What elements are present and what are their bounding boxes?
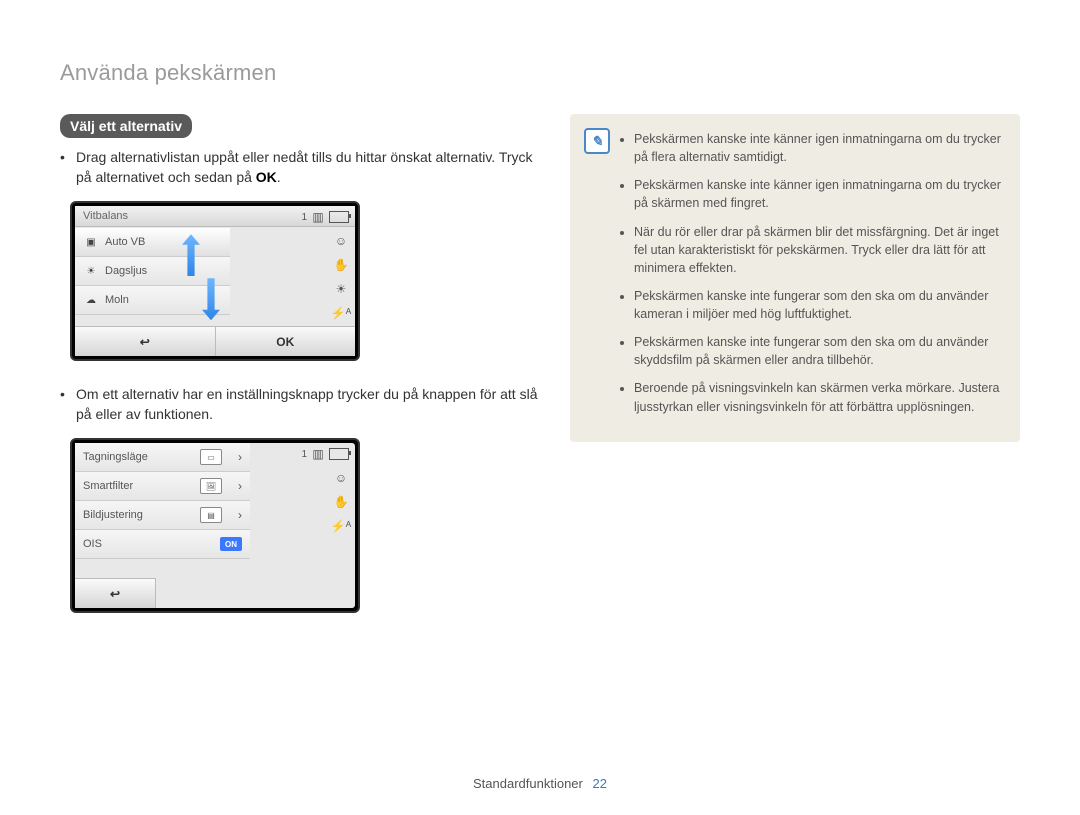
flash-auto-icon: ⚡ᴬ	[333, 519, 349, 533]
right-column: ✎ Pekskärmen kanske inte känner igen inm…	[570, 114, 1020, 637]
toggle-instruction: • Om ett alternativ har en inställningsk…	[60, 385, 540, 424]
page-footer: Standardfunktioner 22	[0, 776, 1080, 791]
camera-screen-settings: Tagningsläge ▭ › Smartfilter 🖼 › Bildjus…	[70, 438, 360, 613]
ois-toggle-on[interactable]: ON	[220, 537, 242, 551]
drag-instruction-text: Drag alternativlistan uppåt eller nedåt …	[76, 149, 533, 185]
ois-icon: ✋	[333, 495, 349, 509]
chevron-right-icon: ›	[238, 508, 242, 522]
note-icon: ✎	[584, 128, 610, 154]
cam2-list[interactable]: Tagningsläge ▭ › Smartfilter 🖼 › Bildjus…	[75, 443, 250, 576]
bullet-icon: •	[60, 148, 70, 187]
cam2-item-label: OIS	[83, 538, 102, 550]
cam1-item-label: Moln	[105, 294, 129, 306]
drag-instruction: • Drag alternativlistan uppåt eller nedå…	[60, 148, 540, 187]
cam2-item-bildjustering[interactable]: Bildjustering ▤ ›	[75, 501, 250, 530]
cam1-item-label: Dagsljus	[105, 265, 147, 277]
footer-page-number: 22	[593, 776, 607, 791]
chevron-right-icon: ›	[238, 450, 242, 464]
awb-icon: ▣	[83, 235, 99, 249]
cam2-item-smartfilter[interactable]: Smartfilter 🖼 ›	[75, 472, 250, 501]
cam2-item-label: Tagningsläge	[83, 451, 148, 463]
bars-icon: ▤	[200, 507, 222, 523]
cam1-item-dagsljus[interactable]: ☀ Dagsljus	[75, 257, 230, 286]
cam1-count: 1	[301, 212, 307, 223]
flash-auto-icon: ⚡ᴬ	[333, 306, 349, 320]
cam2-item-tagningslage[interactable]: Tagningsläge ▭ ›	[75, 443, 250, 472]
inline-ok-icon: OK	[256, 169, 277, 185]
picture-icon: 🖼	[200, 478, 222, 494]
footer-section: Standardfunktioner	[473, 776, 583, 791]
bullet-icon: •	[60, 385, 70, 424]
battery-icon	[329, 211, 349, 223]
note-box: ✎ Pekskärmen kanske inte känner igen inm…	[570, 114, 1020, 442]
cam1-item-auto-vb[interactable]: ▣ Auto VB	[75, 228, 230, 257]
chevron-right-icon: ›	[238, 479, 242, 493]
cam2-item-label: Bildjustering	[83, 509, 143, 521]
ois-icon: ✋	[333, 258, 349, 272]
note-item: Pekskärmen kanske inte känner igen inmat…	[634, 130, 1002, 166]
note-item: Beroende på visningsvinkeln kan skärmen …	[634, 379, 1002, 415]
cam2-count: 1	[301, 449, 307, 460]
face-icon: ☺	[333, 471, 349, 485]
page-title: Använda pekskärmen	[60, 60, 1020, 86]
cam1-back-button[interactable]: ↩	[75, 326, 216, 356]
note-item: Pekskärmen kanske inte fungerar som den …	[634, 333, 1002, 369]
card-icon: ▥	[310, 210, 326, 224]
cam1-item-label: Auto VB	[105, 236, 145, 248]
note-item: När du rör eller drar på skärmen blir de…	[634, 223, 1002, 277]
toggle-instruction-text: Om ett alternativ har en inställningskna…	[76, 385, 540, 424]
cam2-item-label: Smartfilter	[83, 480, 133, 492]
note-item: Pekskärmen kanske inte känner igen inmat…	[634, 176, 1002, 212]
battery-icon	[329, 448, 349, 460]
cam2-status-icons: 1▥ ☺ ✋ ⚡ᴬ	[259, 445, 349, 602]
note-item: Pekskärmen kanske inte fungerar som den …	[634, 287, 1002, 323]
section-heading: Välj ett alternativ	[60, 114, 192, 138]
wb-icon: ☀	[333, 282, 349, 296]
sun-icon: ☀	[83, 264, 99, 278]
rect-icon: ▭	[200, 449, 222, 465]
camera-screen-whitebalance: Vitbalans ▣ Auto VB ☀ Dagsljus ☁ Moln	[70, 201, 360, 361]
cam2-back-button[interactable]: ↩	[75, 578, 156, 608]
cloud-icon: ☁	[83, 293, 99, 307]
cam1-status-icons: 1▥ ☺ ✋ ☀ ⚡ᴬ	[259, 208, 349, 350]
face-icon: ☺	[333, 234, 349, 248]
left-column: Välj ett alternativ • Drag alternativlis…	[60, 114, 540, 637]
cam2-item-ois[interactable]: OIS ON	[75, 530, 250, 559]
card-icon: ▥	[310, 447, 326, 461]
